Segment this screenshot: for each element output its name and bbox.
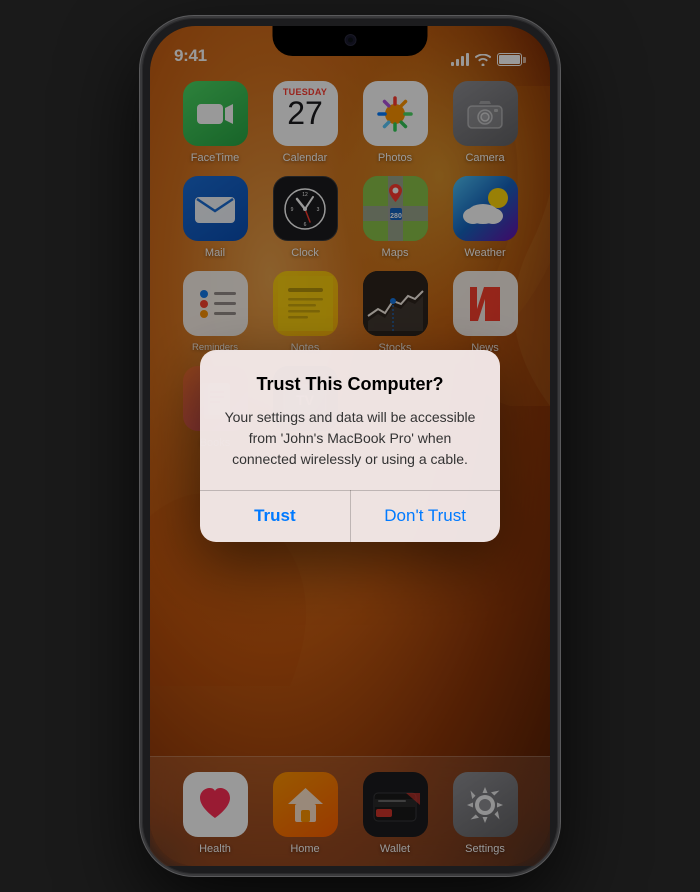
phone-frame: 9:41 bbox=[140, 16, 560, 876]
volume-down-button[interactable] bbox=[140, 282, 141, 342]
alert-buttons: Trust Don't Trust bbox=[200, 490, 500, 542]
alert-content: Trust This Computer? Your settings and d… bbox=[200, 350, 500, 490]
alert-message: Your settings and data will be accessibl… bbox=[224, 407, 476, 470]
alert-dialog: Trust This Computer? Your settings and d… bbox=[200, 350, 500, 543]
phone-screen: 9:41 bbox=[150, 26, 550, 866]
dont-trust-button[interactable]: Don't Trust bbox=[350, 490, 500, 542]
volume-up-button[interactable] bbox=[140, 208, 141, 268]
alert-overlay: Trust This Computer? Your settings and d… bbox=[150, 26, 550, 866]
trust-button[interactable]: Trust bbox=[200, 490, 350, 542]
power-button[interactable] bbox=[559, 218, 560, 298]
alert-title: Trust This Computer? bbox=[224, 374, 476, 395]
